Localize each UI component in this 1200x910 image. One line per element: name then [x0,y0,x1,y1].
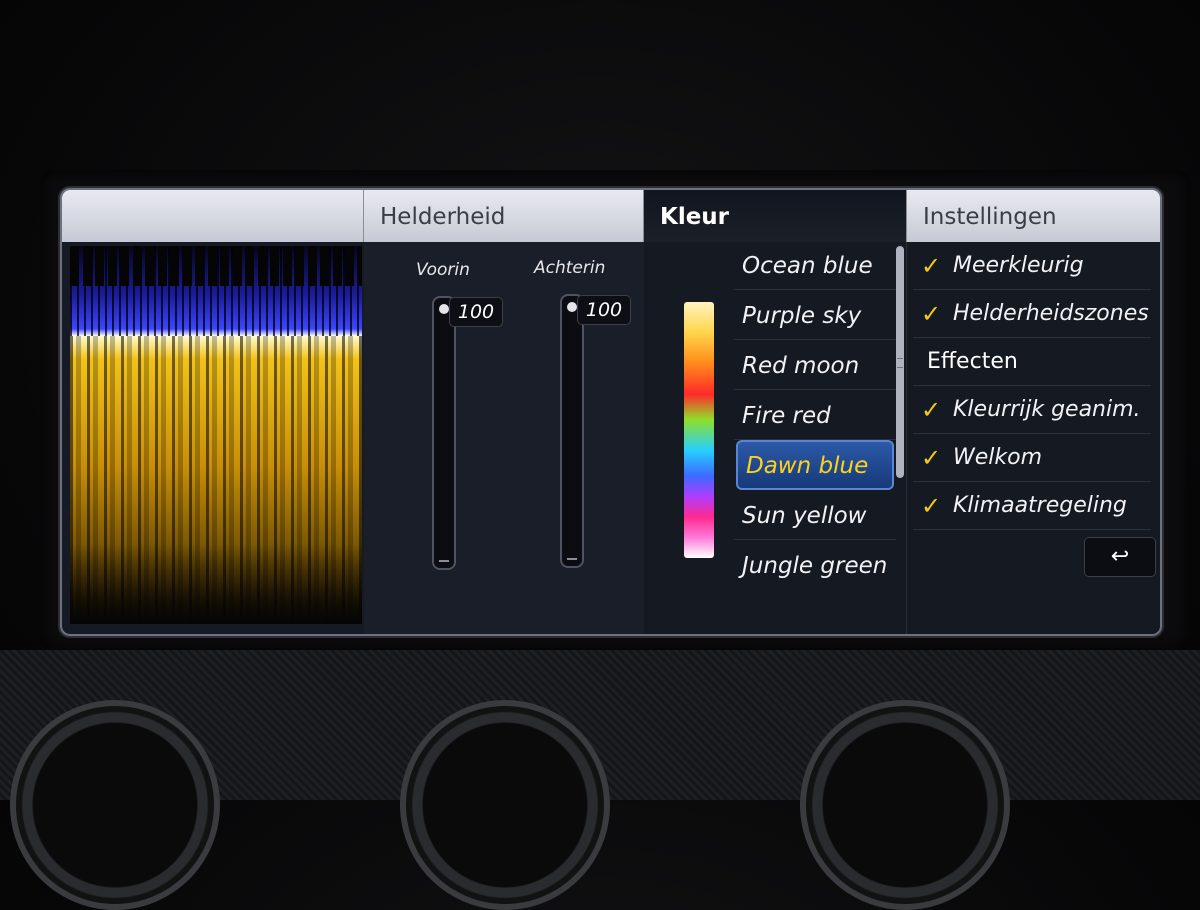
setting-meerkleurig[interactable]: ✓ Meerkleurig [913,242,1151,290]
setting-label: Helderheidszones [953,301,1149,326]
air-vent [400,700,610,910]
checkmark-icon: ✓ [921,252,942,280]
color-panel: Ocean blue Purple sky Red moon Fire red … [644,242,906,634]
rear-slider-label: Achterin [534,258,606,278]
color-item-dawn-blue[interactable]: Dawn blue [736,440,894,490]
visualization-fade [70,544,362,624]
slider-knob[interactable] [439,304,449,314]
visualization-peaks [70,246,362,286]
color-item-ocean-blue[interactable]: Ocean blue [734,242,896,290]
setting-label: Kleurrijk geanim. [953,397,1141,422]
setting-label: Welkom [953,445,1043,470]
brightness-panel: Voorin Achterin 100 100 [364,242,645,634]
setting-klimaatregeling[interactable]: ✓ Klimaatregeling [913,482,1151,530]
setting-label: Meerkleurig [953,253,1084,278]
setting-label: Klimaatregeling [953,493,1127,518]
checkmark-icon: ✓ [921,300,942,328]
visualization-header [62,190,364,242]
front-slider-label: Voorin [416,260,470,280]
checkmark-icon: ✓ [921,396,942,424]
setting-welkom[interactable]: ✓ Welkom [913,434,1151,482]
effects-heading: Effecten [913,338,1151,386]
rear-brightness-slider[interactable] [562,296,582,566]
front-brightness-slider[interactable] [434,298,454,568]
slider-min-tick [439,560,449,562]
ambient-light-visualization [70,246,362,624]
checkmark-icon: ✓ [921,492,942,520]
ambient-light-screen: Helderheid Kleur Instellingen Voorin Ach… [62,190,1160,634]
scrollbar-grip[interactable] [897,358,903,368]
tab-instellingen[interactable]: Instellingen [906,190,1160,242]
back-arrow-icon: ↩ [1110,544,1130,569]
color-item-fire-red[interactable]: Fire red [734,392,896,440]
color-item-sun-yellow[interactable]: Sun yellow [734,492,896,540]
color-spectrum-bar [684,302,714,558]
color-item-red-moon[interactable]: Red moon [734,342,896,390]
slider-min-tick [567,558,577,560]
rear-brightness-value: 100 [578,296,630,324]
checkmark-icon: ✓ [921,444,942,472]
settings-panel: ✓ Meerkleurig ✓ Helderheidszones Effecte… [906,242,1160,634]
color-list-scrollbar[interactable] [896,246,904,478]
air-vent [10,700,220,910]
setting-helderheidszones[interactable]: ✓ Helderheidszones [913,290,1151,338]
front-brightness-value: 100 [450,298,502,326]
tab-kleur[interactable]: Kleur [644,190,906,242]
setting-kleurrijk-geanim[interactable]: ✓ Kleurrijk geanim. [913,386,1151,434]
slider-knob[interactable] [567,302,577,312]
tab-helderheid[interactable]: Helderheid [364,190,644,242]
color-item-jungle-green[interactable]: Jungle green [734,542,896,590]
air-vent [800,700,1010,910]
back-button[interactable]: ↩ [1085,538,1155,576]
color-item-purple-sky[interactable]: Purple sky [734,292,896,340]
